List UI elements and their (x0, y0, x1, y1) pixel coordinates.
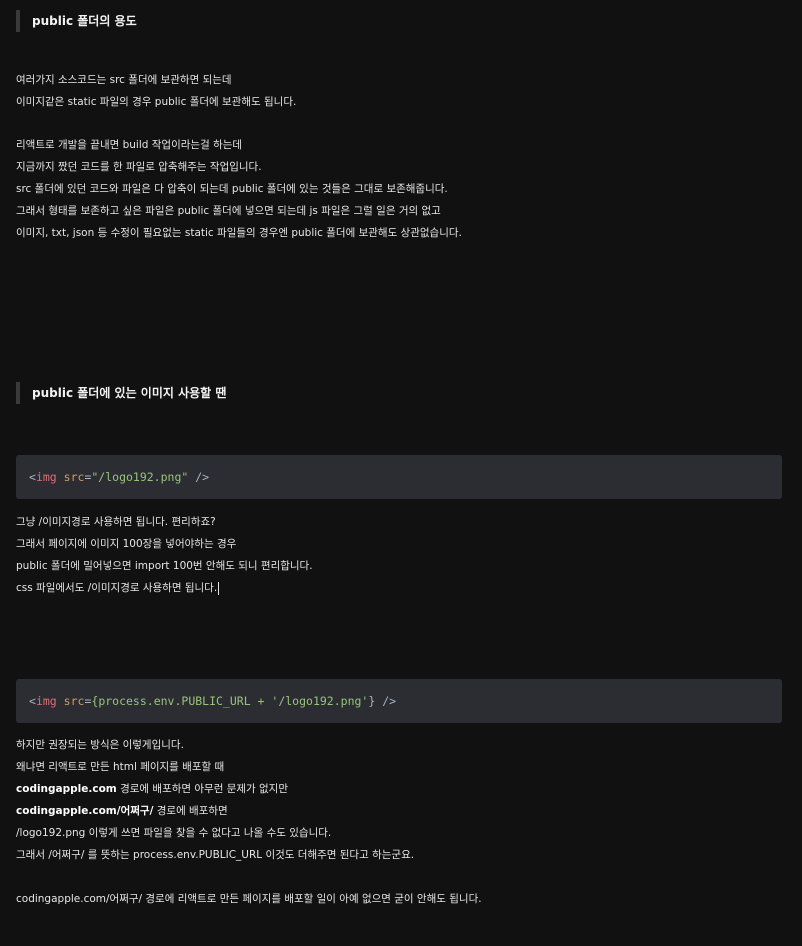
section-heading-using-public-images: public 폴더에 있는 이미지 사용할 땐 (16, 382, 226, 404)
text-line: 왜냐면 리액트로 만든 html 페이지를 배포할 때 (16, 761, 225, 773)
text-line: public 폴더에 밀어넣으면 import 100번 안해도 되니 편리합니… (16, 560, 313, 572)
paragraph-recommended-way: 하지만 권장되는 방식은 이렇게입니다. 왜냐면 리액트로 만든 html 페이… (16, 734, 786, 866)
code-token: /> (188, 470, 210, 484)
code-token-expression: process.env.PUBLIC_URL + (98, 694, 272, 708)
text-line: 그래서 /어쩌구/ 를 뜻하는 process.env.PUBLIC_URL 이… (16, 849, 415, 861)
text-line: 그냥 /이미지경로 사용하면 됩니다. 편리하죠? (16, 516, 216, 528)
text-line: /logo192.png 이렇게 쓰면 파일을 찾을 수 없다고 나올 수도 있… (16, 827, 332, 839)
text-line: codingapple.com/어쩌구/ 경로에 배포하면 (16, 800, 786, 822)
code-token: < (29, 470, 36, 484)
code-token: < (29, 694, 36, 708)
bold-text: codingapple.com (16, 783, 117, 795)
text-line: src 폴더에 있던 코드와 파일은 다 압축이 되는데 public 폴더에 … (16, 183, 448, 195)
text-line: 리액트로 개발을 끝내면 build 작업이라는걸 하는데 (16, 139, 243, 151)
text-line: 그래서 형태를 보존하고 싶은 파일은 public 폴더에 넣으면 되는데 j… (16, 205, 441, 217)
code-token: /> (375, 694, 397, 708)
code-token-tag: img (35, 470, 57, 484)
text-line: codingapple.com 경로에 배포하면 아무런 문제가 없지만 (16, 778, 786, 800)
text-span: 경로에 배포하면 (153, 805, 228, 817)
code-token-attr: src (63, 694, 85, 708)
code-block-img-public-url: <img src={process.env.PUBLIC_URL + '/log… (16, 679, 782, 723)
text-line: 여러가지 소스코드는 src 폴더에 보관하면 되는데 (16, 74, 232, 86)
paragraph-absolute-path-usage: 그냥 /이미지경로 사용하면 됩니다. 편리하죠? 그래서 페이지에 이미지 1… (16, 511, 786, 599)
code-token-string: "/logo192.png" (91, 470, 189, 484)
text-line: codingapple.com/어쩌구/ 경로에 리액트로 만든 페이지를 배포… (16, 893, 482, 905)
text-cursor (218, 581, 220, 595)
text-line: 이미지, txt, json 등 수정이 필요없는 static 파일들의 경우… (16, 227, 462, 239)
code-token-tag: img (35, 694, 57, 708)
paragraph-src-vs-public: 여러가지 소스코드는 src 폴더에 보관하면 되는데 이미지같은 static… (16, 69, 786, 113)
text-line: 하지만 권장되는 방식은 이렇게입니다. (16, 739, 184, 751)
text-line: 이미지같은 static 파일의 경우 public 폴더에 보관해도 됩니다. (16, 96, 297, 108)
paragraph-build-explanation: 리액트로 개발을 끝내면 build 작업이라는걸 하는데 지금까지 짰던 코드… (16, 134, 786, 244)
text-line-content: css 파일에서도 /이미지경로 사용하면 됩니다. (16, 582, 218, 594)
text-line[interactable]: css 파일에서도 /이미지경로 사용하면 됩니다. (16, 577, 786, 599)
code-token-attr: src (63, 470, 85, 484)
code-token-string: '/logo192.png' (271, 694, 369, 708)
text-line: 그래서 페이지에 이미지 100장을 넣어야하는 경우 (16, 538, 237, 550)
paragraph-optional-note: codingapple.com/어쩌구/ 경로에 리액트로 만든 페이지를 배포… (16, 888, 786, 910)
text-line: 지금까지 짰던 코드를 한 파일로 압축해주는 작업입니다. (16, 161, 262, 173)
text-span: 경로에 배포하면 아무런 문제가 없지만 (116, 783, 288, 795)
bold-text: codingapple.com/어쩌구/ (16, 805, 154, 817)
section-heading-public-folder-purpose: public 폴더의 용도 (16, 10, 137, 32)
code-block-img-simple: <img src="/logo192.png" /> (16, 455, 782, 499)
